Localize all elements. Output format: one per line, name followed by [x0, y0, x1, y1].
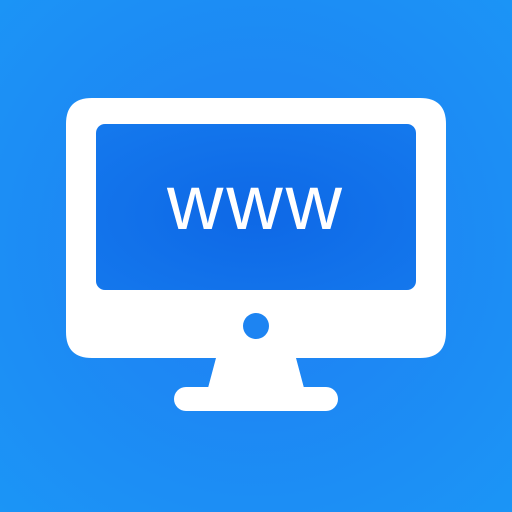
power-indicator-icon — [243, 313, 269, 339]
www-label: www — [167, 158, 345, 246]
monitor-base — [174, 387, 338, 411]
app-icon-background: www — [0, 0, 512, 512]
monitor-stand — [208, 358, 304, 388]
